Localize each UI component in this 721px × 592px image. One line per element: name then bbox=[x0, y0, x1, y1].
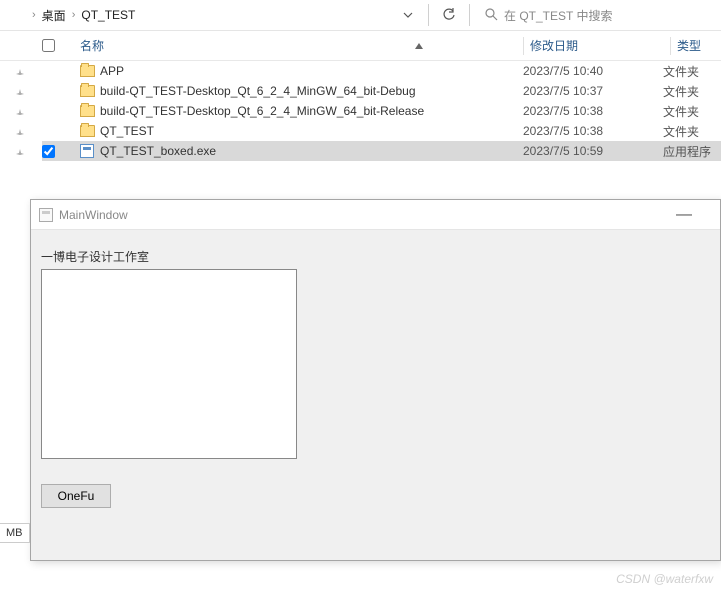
folder-icon bbox=[80, 85, 100, 97]
search-placeholder: 在 QT_TEST 中搜索 bbox=[504, 7, 612, 24]
row-checkbox-cell bbox=[42, 145, 80, 158]
refresh-button[interactable] bbox=[437, 3, 461, 27]
file-name[interactable]: QT_TEST bbox=[100, 124, 523, 138]
folder-icon bbox=[80, 65, 100, 77]
breadcrumb[interactable]: › 桌面 › QT_TEST bbox=[26, 0, 394, 30]
onefu-button[interactable]: OneFu bbox=[41, 484, 111, 508]
output-textarea[interactable] bbox=[41, 269, 297, 459]
breadcrumb-current[interactable]: QT_TEST bbox=[81, 8, 135, 22]
header-checkbox-col bbox=[42, 39, 80, 52]
file-type: 文件夹 bbox=[663, 103, 721, 120]
file-name[interactable]: QT_TEST_boxed.exe bbox=[100, 144, 523, 158]
table-row[interactable]: build-QT_TEST-Desktop_Qt_6_2_4_MinGW_64_… bbox=[42, 101, 721, 121]
table-row[interactable]: QT_TEST2023/7/5 10:38文件夹 bbox=[42, 121, 721, 141]
exe-icon bbox=[80, 144, 100, 158]
dialog-title-text: MainWindow bbox=[59, 208, 128, 222]
file-type: 应用程序 bbox=[663, 143, 721, 160]
search-input[interactable]: 在 QT_TEST 中搜索 bbox=[476, 3, 721, 27]
file-name[interactable]: build-QT_TEST-Desktop_Qt_6_2_4_MinGW_64_… bbox=[100, 84, 523, 98]
sort-indicator-icon bbox=[415, 41, 423, 51]
file-name[interactable]: APP bbox=[100, 64, 523, 78]
breadcrumb-dropdown[interactable] bbox=[396, 3, 420, 27]
header-name-label: 名称 bbox=[80, 37, 104, 54]
file-name[interactable]: build-QT_TEST-Desktop_Qt_6_2_4_MinGW_64_… bbox=[100, 104, 523, 118]
header-type[interactable]: 类型 bbox=[677, 37, 721, 54]
file-date: 2023/7/5 10:59 bbox=[523, 144, 663, 158]
window-icon bbox=[39, 208, 53, 222]
status-mb-label: MB bbox=[0, 523, 30, 543]
explorer-address-bar: › 桌面 › QT_TEST 在 QT_TEST 中搜索 bbox=[0, 0, 721, 31]
col-divider bbox=[523, 37, 524, 55]
folder-icon bbox=[80, 105, 100, 117]
breadcrumb-sep: › bbox=[32, 9, 36, 21]
divider bbox=[428, 4, 429, 26]
file-date: 2023/7/5 10:37 bbox=[523, 84, 663, 98]
dialog-body: 一博电子设计工作室 OneFu bbox=[31, 230, 720, 526]
header-date[interactable]: 修改日期 bbox=[530, 37, 670, 54]
file-list-header: 名称 修改日期 类型 bbox=[0, 31, 721, 61]
search-icon bbox=[484, 7, 498, 24]
pin-icon bbox=[0, 144, 40, 164]
file-date: 2023/7/5 10:38 bbox=[523, 104, 663, 118]
dialog-titlebar[interactable]: MainWindow — bbox=[31, 200, 720, 230]
watermark: CSDN @waterfxw bbox=[616, 572, 713, 586]
table-row[interactable]: build-QT_TEST-Desktop_Qt_6_2_4_MinGW_64_… bbox=[42, 81, 721, 101]
minimize-button[interactable]: — bbox=[676, 206, 712, 224]
pin-icon bbox=[0, 124, 40, 144]
row-checkbox[interactable] bbox=[42, 145, 55, 158]
file-type: 文件夹 bbox=[663, 63, 721, 80]
divider bbox=[469, 4, 470, 26]
breadcrumb-parent[interactable]: 桌面 bbox=[42, 7, 66, 24]
select-all-checkbox[interactable] bbox=[42, 39, 55, 52]
table-row[interactable]: APP2023/7/5 10:40文件夹 bbox=[42, 61, 721, 81]
file-date: 2023/7/5 10:40 bbox=[523, 64, 663, 78]
col-divider bbox=[670, 37, 671, 55]
file-type: 文件夹 bbox=[663, 123, 721, 140]
breadcrumb-sep: › bbox=[72, 9, 76, 21]
pin-icon bbox=[0, 64, 40, 84]
header-name[interactable]: 名称 bbox=[80, 37, 523, 54]
pin-icon bbox=[0, 104, 40, 124]
quick-access-pins bbox=[0, 64, 40, 164]
main-window-dialog: MainWindow — 一博电子设计工作室 OneFu bbox=[30, 199, 721, 561]
file-date: 2023/7/5 10:38 bbox=[523, 124, 663, 138]
folder-icon bbox=[80, 125, 100, 137]
file-type: 文件夹 bbox=[663, 83, 721, 100]
table-row[interactable]: QT_TEST_boxed.exe2023/7/5 10:59应用程序 bbox=[42, 141, 721, 161]
pin-icon bbox=[0, 84, 40, 104]
file-list: APP2023/7/5 10:40文件夹build-QT_TEST-Deskto… bbox=[0, 61, 721, 161]
group-label: 一博电子设计工作室 bbox=[41, 248, 710, 265]
